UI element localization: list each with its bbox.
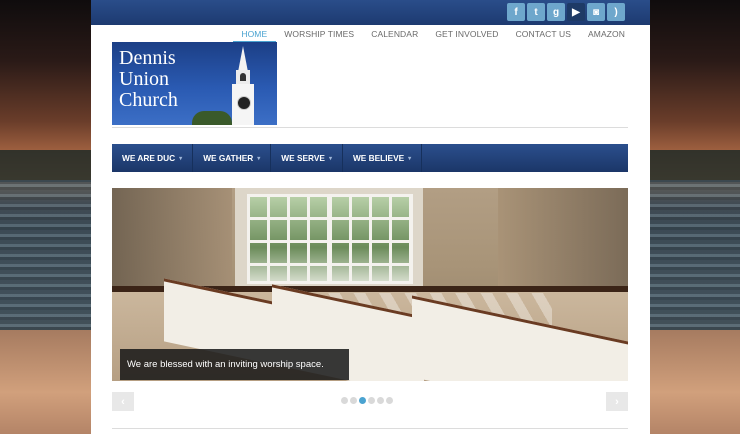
- google-plus-icon[interactable]: g: [547, 3, 565, 21]
- rss-icon[interactable]: ): [607, 3, 625, 21]
- logo-line-1: Dennis: [119, 47, 176, 69]
- logo-line-2: Union: [119, 68, 169, 90]
- slider-dot-3[interactable]: [359, 397, 366, 404]
- nav-worship-times-link[interactable]: WORSHIP TIMES: [276, 29, 363, 42]
- menu-label: WE BELIEVE: [352, 153, 405, 163]
- nav-home-link[interactable]: HOME: [232, 29, 276, 42]
- social-icons: f t g ▶ ◙ ): [507, 3, 625, 21]
- site-logo[interactable]: Dennis Union Church: [112, 42, 277, 125]
- page-container: f t g ▶ ◙ ) HOME WORSHIP TIMES CALENDAR …: [91, 0, 650, 434]
- slider-pagination: [341, 397, 393, 404]
- content-divider: [112, 428, 628, 429]
- slider-dot-4[interactable]: [368, 397, 375, 404]
- chevron-down-icon: ▾: [408, 155, 412, 162]
- image-slider[interactable]: We are blessed with an inviting worship …: [112, 188, 628, 381]
- instagram-icon[interactable]: ◙: [587, 3, 605, 21]
- nav-get-involved-link[interactable]: GET INVOLVED: [427, 29, 507, 42]
- slide-caption: We are blessed with an inviting worship …: [120, 349, 349, 380]
- logo-text: Dennis Union Church: [119, 48, 178, 111]
- header-divider: [112, 127, 628, 128]
- chevron-down-icon: ▾: [179, 155, 183, 162]
- youtube-icon[interactable]: ▶: [567, 3, 585, 21]
- nav-contact-us-link[interactable]: CONTACT US: [507, 29, 579, 42]
- menu-we-gather[interactable]: WE GATHER ▾: [193, 144, 272, 172]
- top-navigation: HOME WORSHIP TIMES CALENDAR GET INVOLVED…: [232, 29, 625, 42]
- menu-label: WE ARE DUC: [122, 153, 176, 163]
- slider-dot-2[interactable]: [350, 397, 357, 404]
- main-navigation: WE ARE DUC ▾ WE GATHER ▾ WE SERVE ▾ WE B…: [112, 144, 628, 172]
- menu-we-believe[interactable]: WE BELIEVE ▾: [343, 144, 423, 172]
- logo-line-3: Church: [119, 89, 178, 111]
- slider-dot-5[interactable]: [377, 397, 384, 404]
- facebook-icon[interactable]: f: [507, 3, 525, 21]
- menu-we-are-duc[interactable]: WE ARE DUC ▾: [112, 144, 194, 172]
- nav-calendar-link[interactable]: CALENDAR: [363, 29, 427, 42]
- chevron-down-icon: ▾: [328, 155, 332, 162]
- slider-next-button[interactable]: ›: [606, 392, 628, 411]
- background-landscape-left: [0, 0, 92, 434]
- twitter-icon[interactable]: t: [527, 3, 545, 21]
- chevron-down-icon: ▾: [257, 155, 261, 162]
- logo-tree-graphic: [192, 111, 232, 125]
- clock-graphic: [237, 96, 251, 110]
- steeple-graphic: [227, 46, 259, 125]
- top-bar: f t g ▶ ◙ ): [91, 0, 650, 25]
- slider-dot-6[interactable]: [386, 397, 393, 404]
- slider-dot-1[interactable]: [341, 397, 348, 404]
- menu-label: WE SERVE: [281, 153, 325, 163]
- menu-label: WE GATHER: [203, 153, 254, 163]
- church-window-image: [235, 188, 423, 290]
- menu-we-serve[interactable]: WE SERVE ▾: [271, 144, 343, 172]
- slider-prev-button[interactable]: ‹: [112, 392, 134, 411]
- nav-amazon-link[interactable]: AMAZON: [580, 29, 625, 42]
- background-landscape-right: [650, 0, 740, 434]
